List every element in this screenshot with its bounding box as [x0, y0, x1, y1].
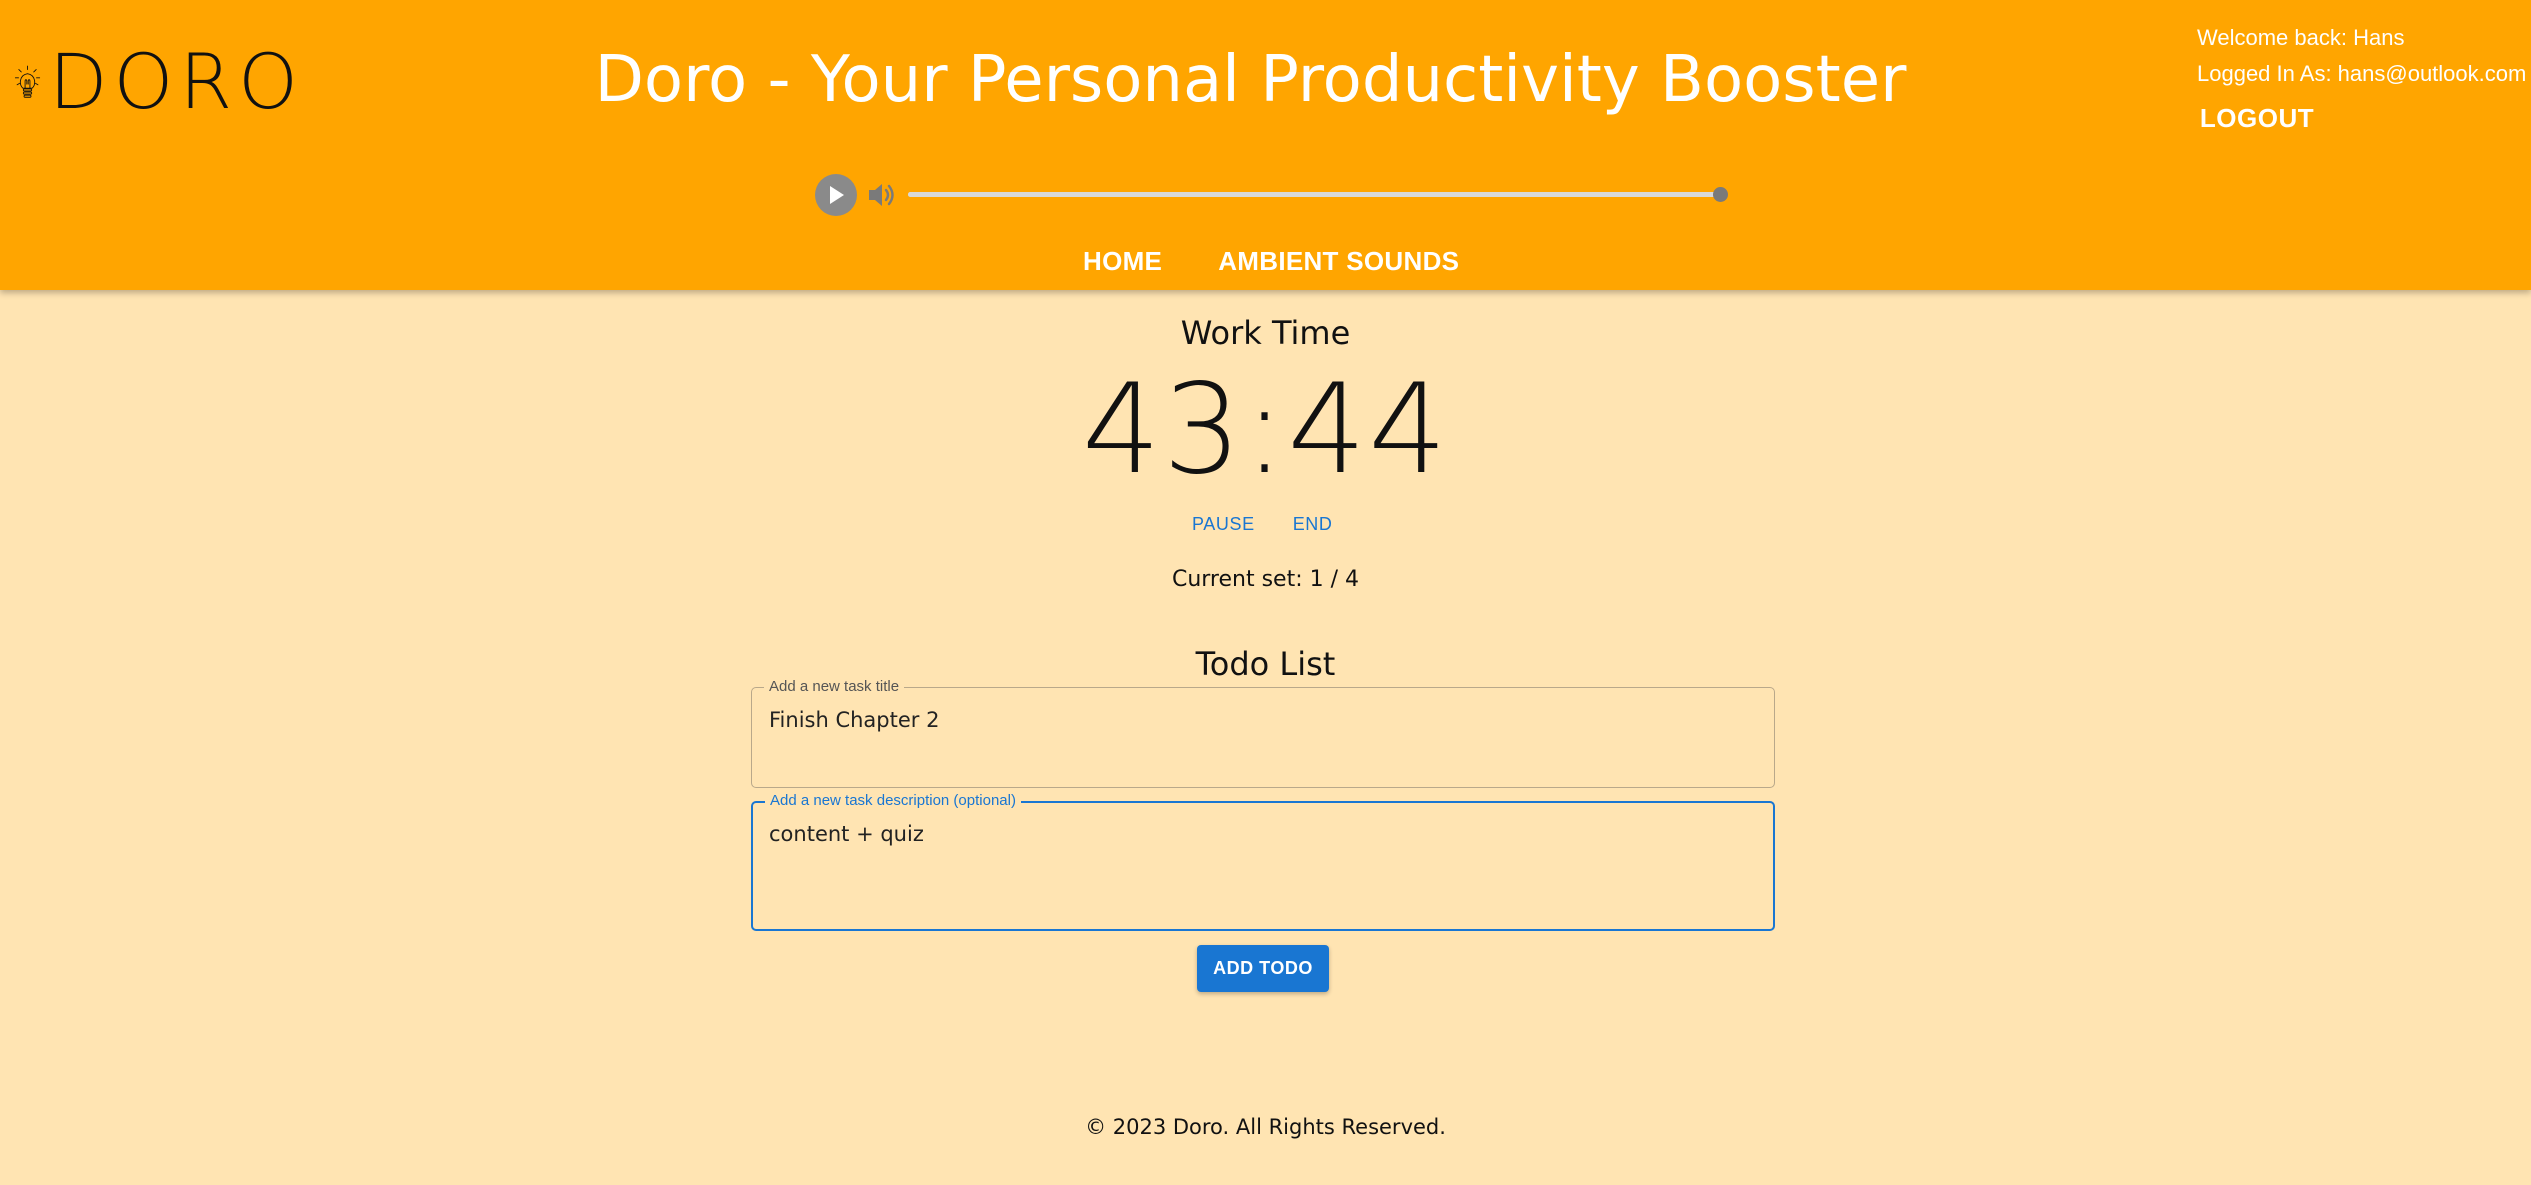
task-title-label: Add a new task title	[764, 678, 905, 696]
logout-button[interactable]: LOGOUT	[2196, 96, 2318, 140]
task-description-input[interactable]	[769, 822, 1759, 846]
current-set-text: Current set: 1 / 4	[1171, 567, 1360, 592]
end-button[interactable]: END	[1279, 506, 1347, 543]
page-title-text: Doro - Your Personal Productivity Booste…	[594, 43, 1907, 117]
logged-in-text: Logged In As: hans@outlook.com	[2197, 61, 2527, 86]
play-icon	[830, 186, 844, 204]
task-description-field[interactable]: Add a new task description (optional)	[751, 792, 1775, 931]
audio-player	[815, 171, 1730, 217]
pause-button[interactable]: PAUSE	[1178, 506, 1269, 543]
todo-list-heading: Todo List	[1195, 645, 1336, 683]
task-title-field[interactable]: Add a new task title	[751, 678, 1775, 788]
welcome-text: Welcome back: Hans	[2197, 25, 2405, 50]
task-title-input[interactable]	[769, 708, 1759, 732]
page-title: Doro - Your Personal Productivity Booste…	[0, 40, 2531, 120]
timer-display: 43:44	[1081, 358, 1450, 502]
play-button[interactable]	[815, 174, 857, 216]
seek-slider[interactable]	[908, 187, 1728, 202]
task-description-label: Add a new task description (optional)	[765, 792, 1021, 810]
footer-copyright: © 2023 Doro. All Rights Reserved.	[1085, 1115, 1446, 1139]
volume-icon[interactable]	[867, 181, 897, 209]
add-todo-button[interactable]: ADD TODO	[1197, 945, 1329, 992]
app-header: DORO Doro - Your Personal Productivity B…	[0, 0, 2531, 290]
timer-phase-label: Work Time	[1180, 314, 1351, 352]
seek-slider-fill	[908, 192, 1720, 197]
user-info: Welcome back: Hans Logged In As: hans@ou…	[2197, 20, 2526, 92]
nav-item-home[interactable]: HOME	[1055, 236, 1190, 286]
seek-slider-thumb[interactable]	[1713, 187, 1728, 202]
timer-controls: PAUSE END	[1178, 506, 1347, 543]
nav-item-ambient-sounds[interactable]: AMBIENT SOUNDS	[1190, 236, 1487, 286]
main-nav: HOME AMBIENT SOUNDS	[1055, 236, 1487, 286]
